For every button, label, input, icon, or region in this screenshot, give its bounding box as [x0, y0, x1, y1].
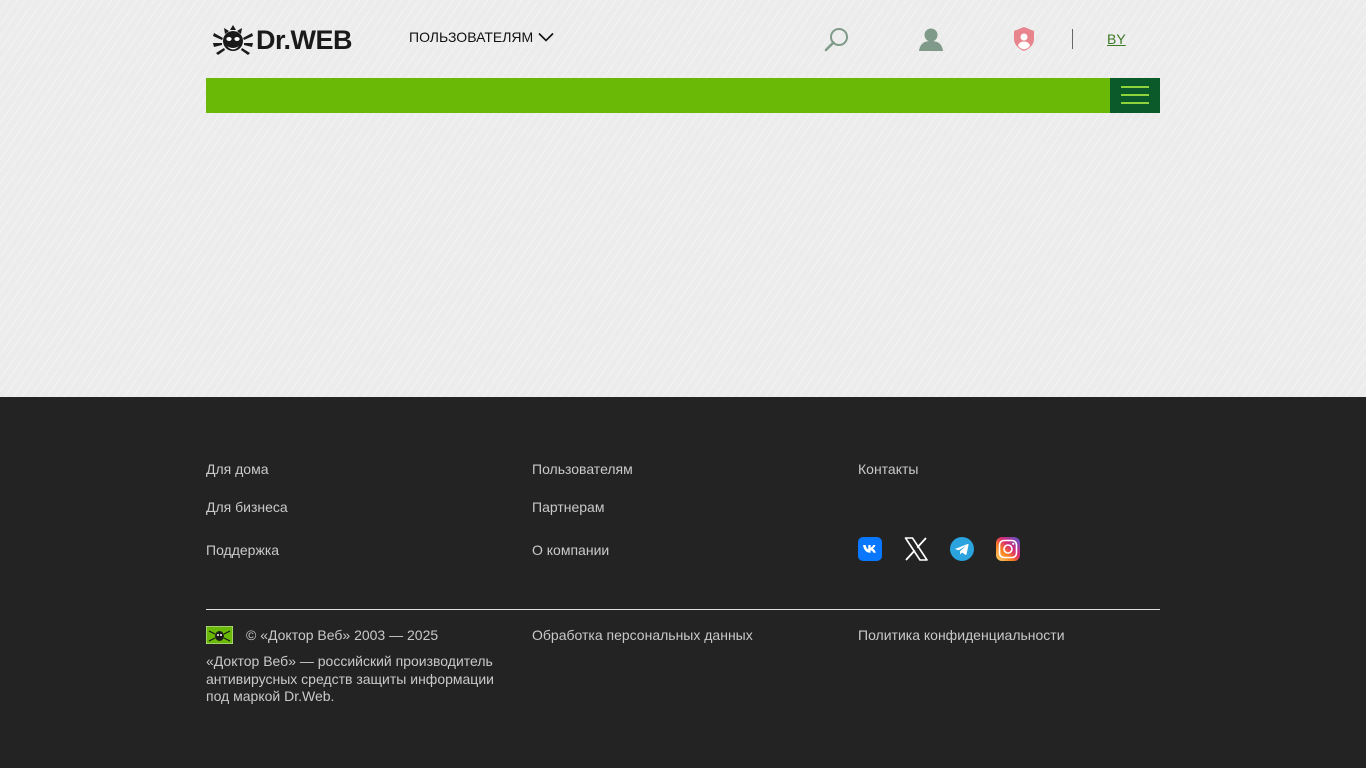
site-footer: Для дома Для бизнеса Поддержка Пользоват…	[0, 397, 1366, 768]
x-icon[interactable]	[904, 537, 928, 561]
logo-text: Dr.WEB	[256, 24, 353, 55]
users-menu-dropdown[interactable]: ПОЛЬЗОВАТЕЛЯМ	[409, 29, 554, 45]
main-nav-bar	[206, 78, 1110, 113]
footer-link-contacts[interactable]: Контакты	[858, 461, 918, 477]
region-selector[interactable]: BY	[1107, 31, 1126, 47]
site-header: Dr.WEB ПОЛЬЗОВАТЕЛЯМ BY	[0, 0, 1366, 78]
drweb-small-logo-icon	[206, 626, 233, 644]
menu-icon[interactable]	[1110, 78, 1160, 113]
footer-link-business[interactable]: Для бизнеса	[206, 499, 288, 515]
user-icon[interactable]	[918, 26, 944, 52]
spider-logo-icon	[213, 25, 253, 55]
personal-data-link[interactable]: Обработка персональных данных	[532, 627, 753, 643]
footer-link-support[interactable]: Поддержка	[206, 542, 279, 558]
search-icon[interactable]	[824, 26, 850, 52]
header-divider	[1072, 29, 1073, 49]
vk-icon[interactable]	[858, 537, 882, 561]
telegram-icon[interactable]	[950, 537, 974, 561]
users-menu-label: ПОЛЬЗОВАТЕЛЯМ	[409, 29, 534, 45]
drweb-logo[interactable]: Dr.WEB	[212, 22, 388, 58]
footer-link-about-company[interactable]: О компании	[532, 542, 609, 558]
footer-divider	[206, 609, 1160, 610]
copyright-text: © «Доктор Веб» 2003 — 2025	[246, 627, 439, 643]
instagram-icon[interactable]	[996, 537, 1020, 561]
shield-user-icon[interactable]	[1011, 26, 1037, 52]
footer-link-home[interactable]: Для дома	[206, 461, 269, 477]
privacy-policy-link[interactable]: Политика конфиденциальности	[858, 627, 1065, 643]
footer-link-users[interactable]: Пользователям	[532, 461, 633, 477]
company-description: «Доктор Веб» — российский производитель …	[206, 653, 494, 704]
chevron-down-icon	[538, 32, 554, 42]
footer-link-partners[interactable]: Партнерам	[532, 499, 604, 515]
